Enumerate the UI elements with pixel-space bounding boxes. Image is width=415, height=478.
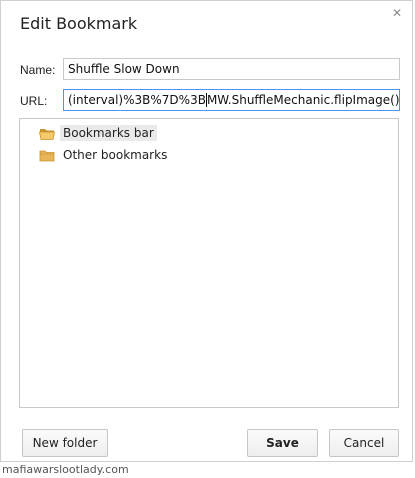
name-label: Name: — [20, 63, 56, 77]
folder-tree[interactable]: Bookmarks bar Other bookmarks — [19, 118, 399, 408]
name-field-value: Shuffle Slow Down — [68, 62, 180, 76]
dialog-title: Edit Bookmark — [20, 14, 138, 33]
new-folder-button[interactable]: New folder — [22, 429, 108, 457]
tree-item-label: Bookmarks bar — [60, 125, 157, 141]
tree-item-bookmarks-bar[interactable]: Bookmarks bar — [39, 124, 157, 142]
edit-bookmark-dialog: Edit Bookmark ✕ Name: Shuffle Slow Down … — [0, 0, 413, 462]
url-field[interactable]: (interval)%3B%7D%3BMW.ShuffleMechanic.fl… — [63, 89, 400, 111]
url-field-value-end: MW.ShuffleMechanic.flipImage()%7D)() — [206, 93, 400, 107]
folder-open-icon — [39, 128, 55, 140]
url-label: URL: — [20, 94, 48, 108]
folder-icon — [39, 150, 55, 161]
close-icon[interactable]: ✕ — [391, 7, 403, 19]
cancel-button[interactable]: Cancel — [329, 429, 399, 457]
watermark: mafiawarslootlady.com — [2, 463, 129, 476]
url-field-value-start: (interval)%3B%7D%3B — [68, 93, 206, 107]
tree-item-label: Other bookmarks — [63, 148, 168, 162]
name-field[interactable]: Shuffle Slow Down — [63, 58, 400, 80]
save-button[interactable]: Save — [247, 429, 318, 457]
tree-item-other-bookmarks[interactable]: Other bookmarks — [39, 146, 170, 164]
